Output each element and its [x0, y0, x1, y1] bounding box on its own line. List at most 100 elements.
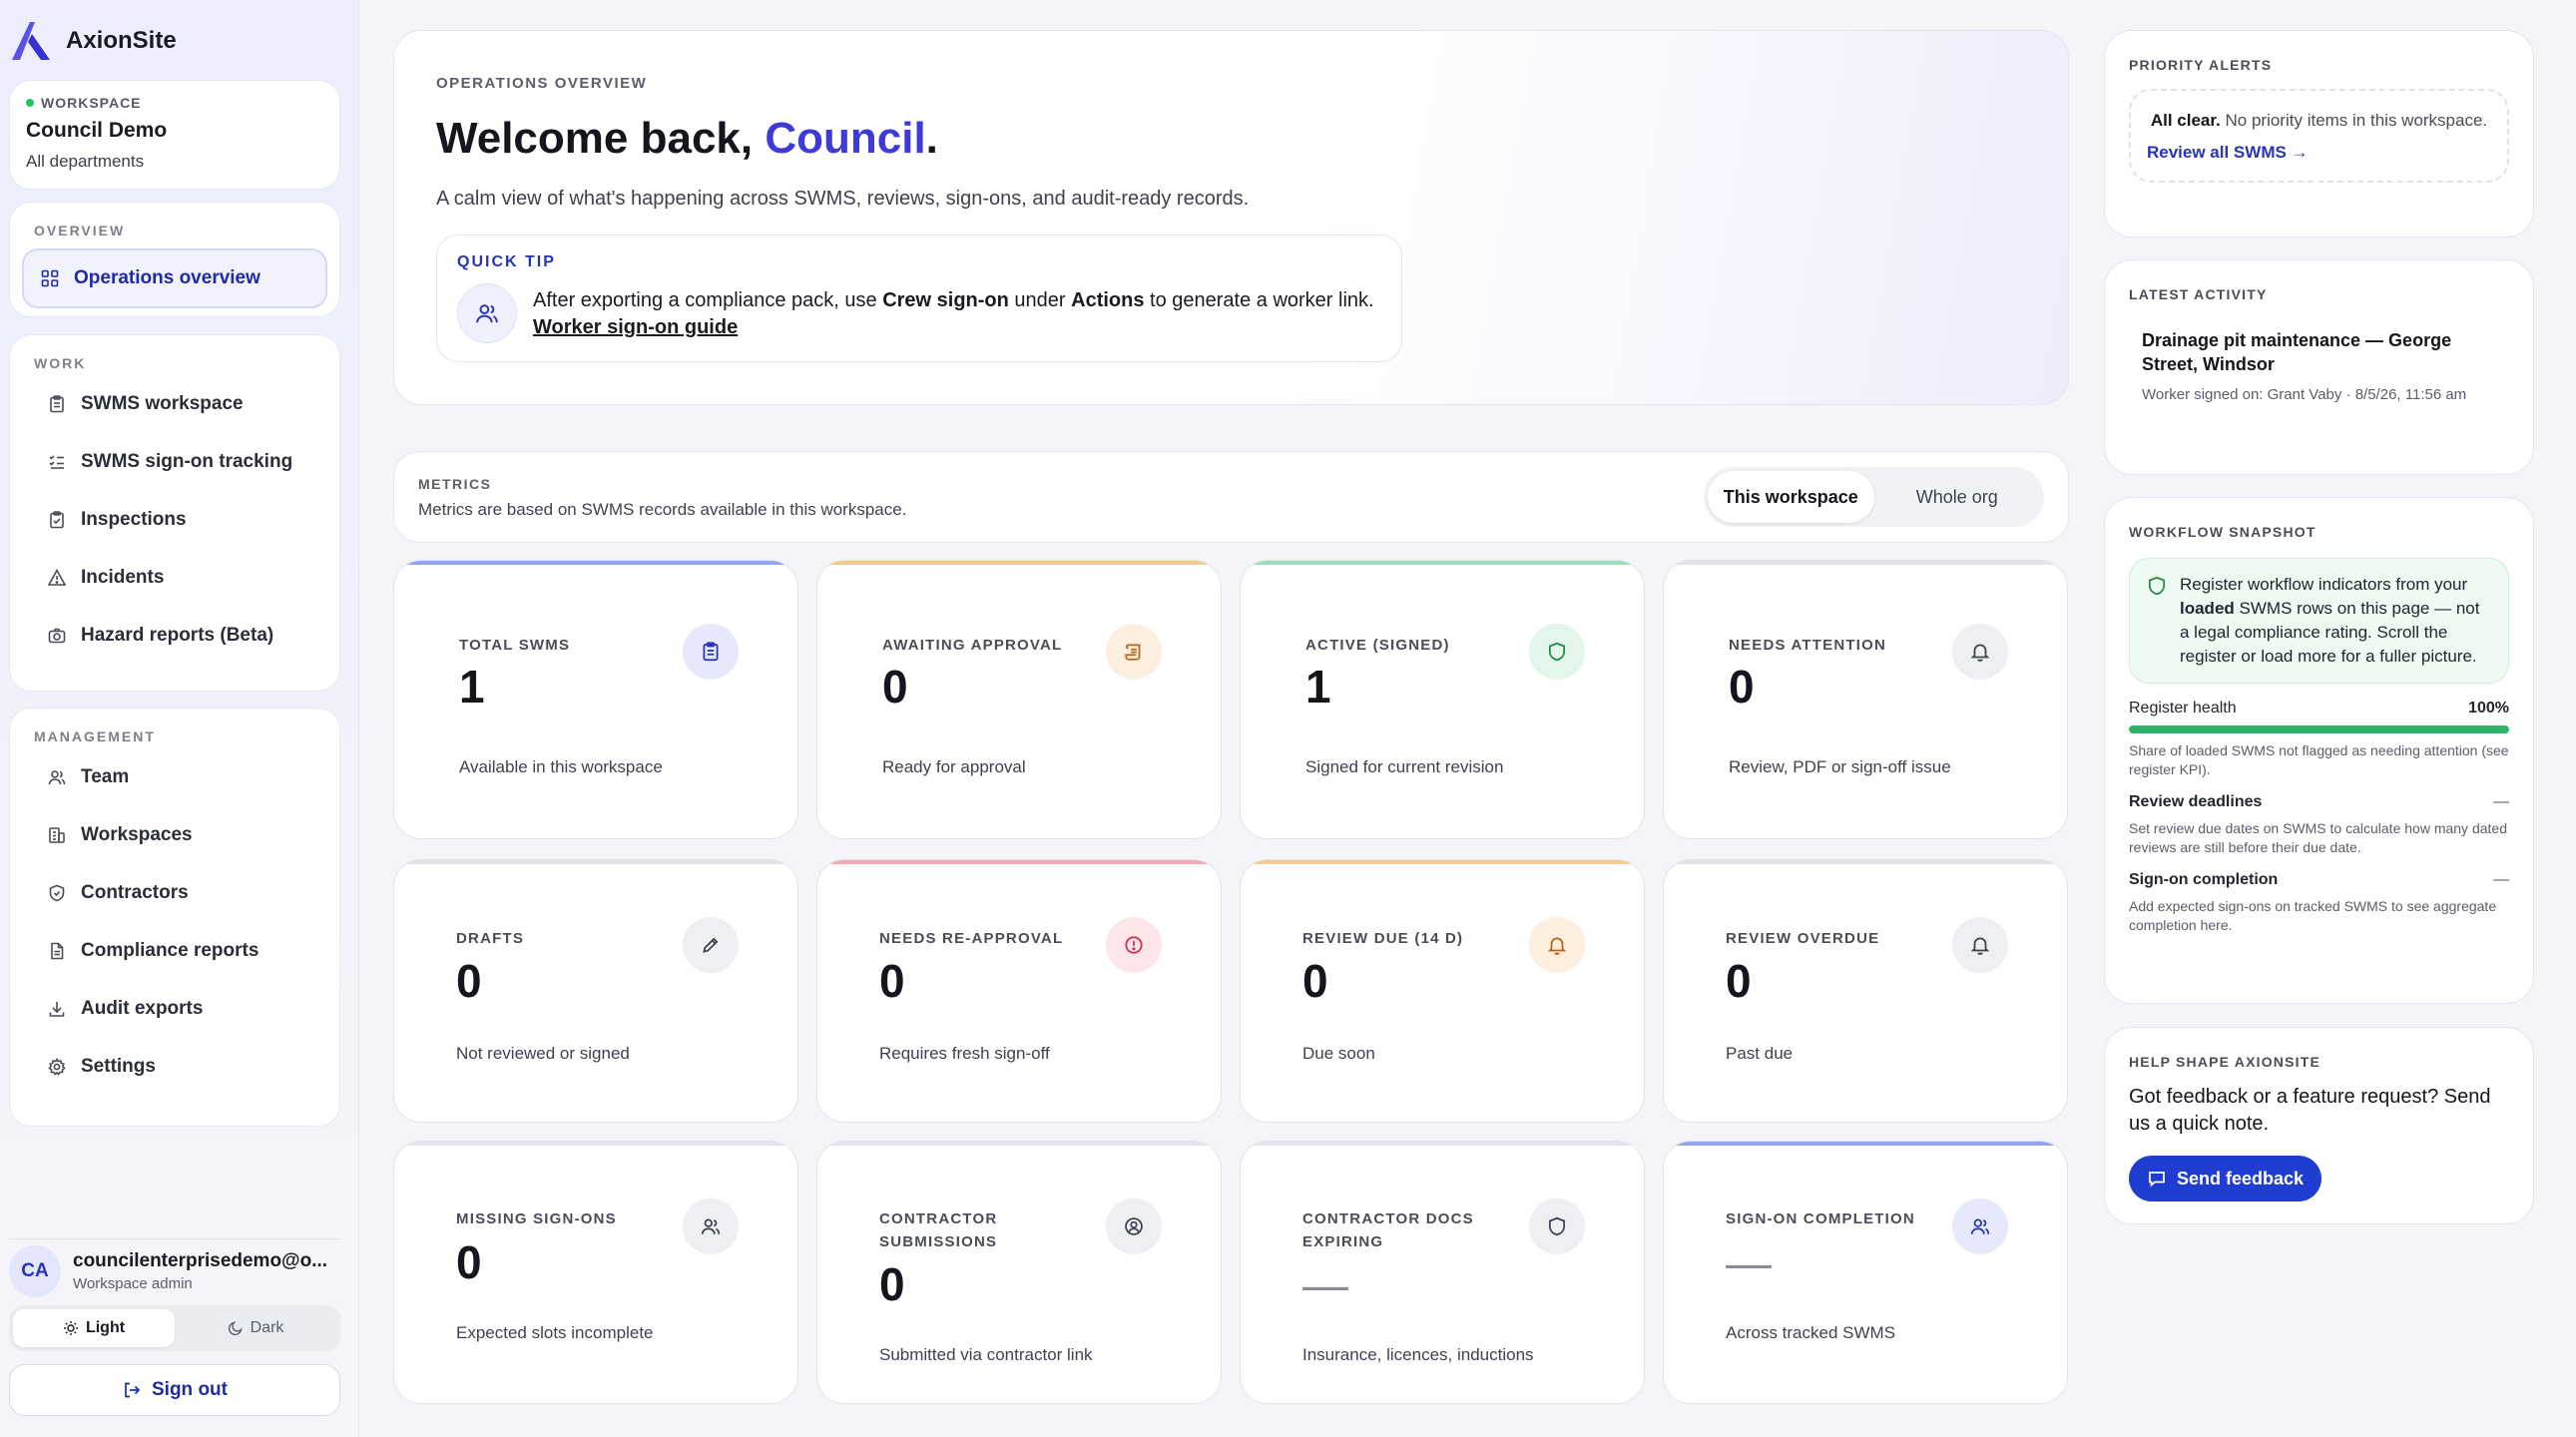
sidebar-item-audit-exports[interactable]: Audit exports — [22, 980, 327, 1038]
sidebar-item-hazard-reports[interactable]: Hazard reports (Beta) — [22, 607, 327, 665]
users-icon — [47, 767, 67, 787]
metric-card-sign-on-completion[interactable]: SIGN-ON COMPLETION — Across tracked SWMS — [1663, 1141, 2068, 1404]
hero-subtitle: A calm view of what's happening across S… — [436, 188, 1250, 210]
metric-value: 0 — [882, 661, 908, 713]
review-deadlines-note: Set review due dates on SWMS to calculat… — [2129, 820, 2507, 855]
bell-icon — [1529, 917, 1585, 973]
brand[interactable]: AxionSite — [8, 18, 177, 64]
sidebar-item-label: Inspections — [81, 509, 187, 530]
metric-accent-line — [394, 860, 797, 864]
metric-card-drafts[interactable]: DRAFTS 0 Not reviewed or signed — [393, 859, 798, 1123]
sidebar-item-contractors[interactable]: Contractors — [22, 864, 327, 922]
register-health-row: Register health 100% — [2129, 700, 2509, 718]
sign-on-completion-note: Add expected sign-ons on tracked SWMS to… — [2129, 898, 2497, 933]
user-info: councilenterprisedemo@o... Workspace adm… — [73, 1250, 327, 1292]
sidebar-item-workspaces[interactable]: Workspaces — [22, 806, 327, 864]
tip-text-2: under — [1008, 289, 1072, 311]
metric-card-needs-re-approval[interactable]: NEEDS RE-APPROVAL 0 Requires fresh sign-of… — [816, 859, 1222, 1123]
users-icon — [683, 1198, 739, 1254]
nav-work-section: WORK SWMS workspace SWMS sign-on trackin… — [9, 334, 340, 692]
metric-value: — — [1726, 1236, 1772, 1288]
metric-note: Past due — [1726, 1044, 1794, 1063]
send-feedback-button[interactable]: Send feedback — [2129, 1156, 2322, 1201]
sidebar-item-settings[interactable]: Settings — [22, 1038, 327, 1096]
workspace-name: Council Demo — [26, 119, 168, 142]
sidebar-item-label: Workspaces — [81, 824, 193, 845]
metric-label: MISSING SIGN-ONS — [456, 1210, 617, 1227]
shield-icon — [1529, 1198, 1585, 1254]
review-deadlines-row: Review deadlines — — [2129, 793, 2509, 811]
sign-on-completion-value: — — [2493, 871, 2509, 888]
scope-toggle: This workspace Whole org — [1704, 467, 2044, 527]
clipboard-icon — [47, 394, 67, 414]
metric-value: 0 — [456, 1236, 482, 1288]
metric-value: 0 — [1729, 661, 1755, 713]
alerts-text: No priority items in this workspace. — [2220, 111, 2488, 130]
sidebar-item-team[interactable]: Team — [22, 748, 327, 806]
sign-out-icon — [125, 1382, 141, 1398]
metric-note: Ready for approval — [882, 757, 1026, 776]
chat-icon — [2149, 1172, 2165, 1188]
sidebar-item-inspections[interactable]: Inspections — [22, 491, 327, 549]
metric-label: AWAITING APPROVAL — [882, 637, 1063, 654]
sidebar-item-compliance-reports[interactable]: Compliance reports — [22, 922, 327, 980]
metric-card-needs-attention[interactable]: NEEDS ATTENTION 0 Review, PDF or sign-off … — [1663, 560, 2068, 839]
metric-value: 1 — [459, 661, 485, 713]
metric-card-review-overdue[interactable]: REVIEW OVERDUE 0 Past due — [1663, 859, 2068, 1123]
document-icon — [47, 941, 67, 961]
user-role: Workspace admin — [73, 1274, 193, 1292]
sun-icon — [63, 1321, 78, 1335]
metric-note: Signed for current revision — [1305, 757, 1504, 776]
user-profile[interactable]: CA councilenterprisedemo@o... Workspace … — [9, 1238, 340, 1297]
workspace-switcher[interactable]: WORKSPACE Council Demo All departments — [9, 80, 340, 190]
metric-label: REVIEW OVERDUE — [1726, 930, 1880, 947]
user-email: councilenterprisedemo@o... — [73, 1249, 328, 1271]
priority-alerts-empty: All clear. No priority items in this wor… — [2129, 89, 2509, 183]
metric-card-total-swms[interactable]: TOTAL SWMS 1 Available in this workspace — [393, 560, 798, 839]
sidebar-item-incidents[interactable]: Incidents — [22, 549, 327, 607]
list-check-icon — [47, 452, 67, 472]
feedback-card: HELP SHAPE AXIONSITE Got feedback or a f… — [2104, 1027, 2534, 1224]
users-icon — [1952, 1198, 2008, 1254]
tip-text-3: to generate a worker link. — [1144, 289, 1374, 311]
metric-note: Expected slots incomplete — [456, 1323, 654, 1342]
metric-card-missing-sign-ons[interactable]: MISSING SIGN-ONS 0 Expected slots incomple… — [393, 1141, 798, 1404]
sidebar-item-swms-workspace[interactable]: SWMS workspace — [22, 375, 327, 433]
activity-meta: Worker signed on: Grant Vaby · 8/5/26, 1… — [2142, 386, 2467, 403]
metric-note: Available in this workspace — [459, 757, 663, 776]
nav-heading-overview: OVERVIEW — [34, 223, 126, 239]
quick-tip-heading: QUICK TIP — [457, 253, 556, 270]
sign-out-button[interactable]: Sign out — [9, 1364, 340, 1416]
metric-card-active-signed[interactable]: ACTIVE (SIGNED) 1 Signed for current revis… — [1240, 560, 1645, 839]
workspace-scope: All departments — [26, 152, 145, 171]
metric-card-awaiting-approval[interactable]: AWAITING APPROVAL 0 Ready for approval — [816, 560, 1222, 839]
feedback-heading: HELP SHAPE AXIONSITE — [2129, 1054, 2321, 1070]
shield-icon — [2148, 576, 2166, 596]
badge-icon — [47, 883, 67, 903]
metric-note: Across tracked SWMS — [1726, 1323, 1896, 1342]
sidebar-item-label: Hazard reports (Beta) — [81, 625, 274, 646]
scroll-icon — [1106, 624, 1162, 680]
metric-label: TOTAL SWMS — [459, 637, 571, 654]
worker-sign-on-guide-link[interactable]: Worker sign-on guide — [533, 316, 738, 338]
sidebar-item-label: SWMS sign-on tracking — [81, 451, 293, 472]
sidebar-item-swms-sign-on-tracking[interactable]: SWMS sign-on tracking — [22, 433, 327, 491]
metric-note: Requires fresh sign-off — [879, 1044, 1050, 1063]
theme-light-button[interactable]: Light — [13, 1309, 175, 1347]
theme-dark-button[interactable]: Dark — [175, 1309, 336, 1347]
sidebar-item-operations-overview[interactable]: Operations overview — [22, 248, 327, 308]
metric-card-review-due-14-d[interactable]: REVIEW DUE (14 D) 0 Due soon — [1240, 859, 1645, 1123]
moon-icon — [228, 1321, 243, 1336]
status-dot — [26, 99, 34, 107]
metric-card-contractor-submissions[interactable]: CONTRACTOR SUBMISSIONS 0 Submitted via con… — [816, 1141, 1222, 1404]
priority-alerts-card: PRIORITY ALERTS All clear. No priority i… — [2104, 30, 2534, 238]
review-all-swms-link[interactable]: Review all SWMS → — [2147, 143, 2491, 163]
scope-this-workspace-button[interactable]: This workspace — [1708, 471, 1874, 523]
metric-label: CONTRACTOR SUBMISSIONS — [879, 1210, 998, 1250]
metric-label: DRAFTS — [456, 930, 525, 947]
metric-label: NEEDS RE-APPROVAL — [879, 930, 1064, 947]
review-deadlines-label: Review deadlines — [2129, 793, 2263, 810]
activity-title[interactable]: Drainage pit maintenance — George Street… — [2129, 328, 2509, 376]
metric-card-contractor-docs-expiring[interactable]: CONTRACTOR DOCS EXPIRING — Insurance, lice… — [1240, 1141, 1645, 1404]
scope-whole-org-button[interactable]: Whole org — [1874, 471, 2041, 523]
